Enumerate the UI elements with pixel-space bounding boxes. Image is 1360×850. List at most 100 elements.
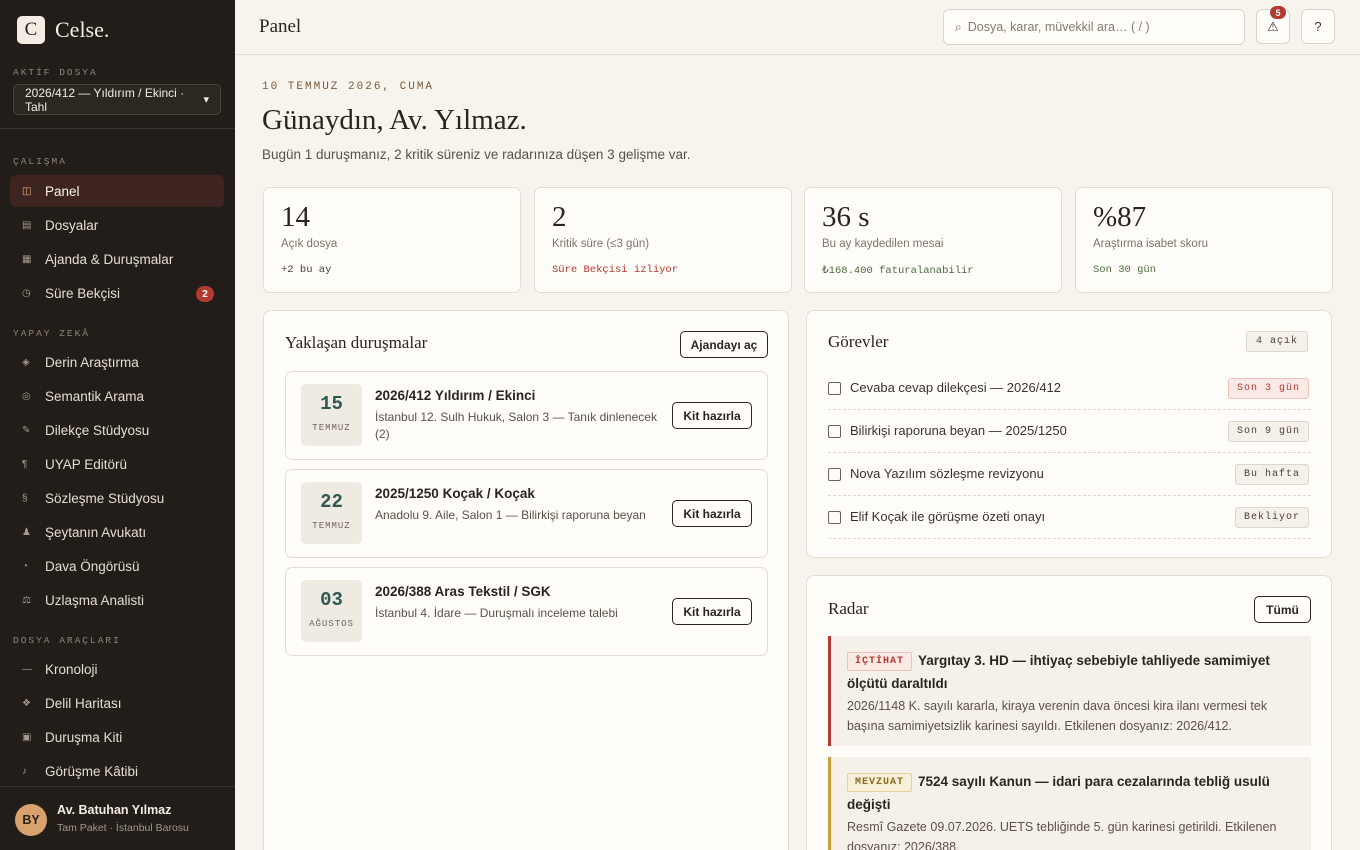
task-item: Bilirkişi raporuna beyan — 2025/1250 Son… [828,410,1311,453]
radar-card: Radar Tümü İÇTİHAT Yargıtay 3. HD — ihtiy… [806,575,1332,850]
stat-card-critical-deadlines: 2 Kritik süre (≤3 gün) Süre Bekçisi izli… [534,187,792,293]
clock-icon: ◷ [22,287,31,299]
user-name: Av. Batuhan Yılmaz [57,803,172,817]
sidebar-item-panel[interactable]: ◫ Panel [10,175,224,207]
user-profile[interactable]: BY Av. Batuhan Yılmaz Tam Paket · İstanb… [0,786,235,850]
radar-title: Radar [828,599,869,618]
section-label-ai: YAPAY ZEKÂ [13,328,91,339]
cluster-icon: ❖ [22,697,31,709]
radar-item-text: Resmî Gazete 09.07.2026. UETS tebliğinde… [847,820,1277,850]
stat-label: Araştırma isabet skoru [1093,238,1209,250]
hearing-item[interactable]: 22 TEMMUZ 2025/1250 Koçak / Koçak Anadol… [285,469,768,558]
line-icon: — [22,663,32,675]
search-input[interactable]: ⌕ Dosya, karar, müvekkil ara… ( / ) [943,9,1245,45]
stat-note: Süre Bekçisi izliyor [552,264,679,276]
sidebar-item-label: Kronoloji [45,661,98,677]
task-item: Nova Yazılım sözleşme revizyonu Bu hafta [828,453,1311,496]
open-agenda-button[interactable]: Ajandayı aç [680,331,768,358]
calendar-icon: ▦ [22,253,32,265]
hearing-title: 2026/388 Aras Tekstil / SGK [375,584,551,599]
sidebar-item-label: Delil Haritası [45,695,122,711]
sidebar-item-devils-advocate[interactable]: ♟ Şeytanın Avukatı [10,516,224,548]
avatar: BY [15,804,47,836]
hearing-day: 22 [320,491,343,513]
radar-item[interactable]: MEVZUAT 7524 sayılı Kanun — idari para ce… [828,757,1311,850]
task-checkbox[interactable] [828,382,841,395]
prepare-kit-button[interactable]: Kit hazırla [672,598,752,625]
stat-value: 36 s [822,201,870,233]
task-checkbox[interactable] [828,468,841,481]
hearing-detail: Anadolu 9. Aile, Salon 1 — Bilirkişi rap… [375,508,646,522]
help-button[interactable]: ? [1301,9,1335,44]
task-label: Elif Koçak ile görüşme özeti onayı [850,509,1046,524]
sidebar-item-hearing-kit[interactable]: ▣ Duruşma Kiti [10,721,224,753]
sidebar-item-petition-studio[interactable]: ✎ Dilekçe Stüdyosu [10,414,224,446]
stat-label: Kritik süre (≤3 gün) [552,238,650,250]
target-icon: ◎ [22,390,31,402]
all-radar-button[interactable]: Tümü [1254,596,1311,623]
radar-tag: MEVZUAT [847,772,913,792]
stat-note: +2 bu ay [281,264,332,276]
hearing-item[interactable]: 15 TEMMUZ 2026/412 Yıldırım / Ekinci İst… [285,371,768,460]
task-checkbox[interactable] [828,511,841,524]
active-case-value: 2026/412 — Yıldırım / Ekinci · Tahl [25,85,185,114]
folder-icon: ▤ [22,219,32,231]
sidebar-item-agenda[interactable]: ▦ Ajanda & Duruşmalar [10,243,224,275]
prepare-kit-button[interactable]: Kit hazırla [672,500,752,527]
stat-note: Son 30 gün [1093,264,1157,276]
task-item: Elif Koçak ile görüşme özeti onayı Bekli… [828,496,1311,539]
tasks-card: Görevler 4 açık Cevaba cevap dilekçesi —… [806,310,1332,558]
prepare-kit-button[interactable]: Kit hazırla [672,402,752,429]
stat-card-open-files: 14 Açık dosya +2 bu ay [263,187,521,293]
sidebar-item-semantic-search[interactable]: ◎ Semantik Arama [10,380,224,412]
task-label: Nova Yazılım sözleşme revizyonu [850,466,1044,481]
sidebar-item-meeting-clerk[interactable]: ♪ Görüşme Kâtibi [10,755,224,787]
search-placeholder: Dosya, karar, müvekkil ara… ( / ) [967,20,1150,34]
task-checkbox[interactable] [828,425,841,438]
warning-icon: ⚠ [1267,18,1279,34]
brand-name: Celse. [55,17,110,42]
sidebar-item-label: Dilekçe Stüdyosu [45,422,150,438]
hearing-date: 22 TEMMUZ [301,482,362,544]
pen-icon: ✎ [22,424,31,436]
hearing-day: 03 [320,589,343,611]
brand-logo: C [17,16,45,44]
search-icon: ⌕ [955,19,962,34]
sidebar-item-deep-research[interactable]: ◈ Derin Araştırma [10,346,224,378]
sidebar-item-uyap-editor[interactable]: ¶ UYAP Editörü [10,448,224,480]
sidebar-item-label: Ajanda & Duruşmalar [45,251,174,267]
hearing-month: TEMMUZ [312,521,351,531]
sidebar-item-files[interactable]: ▤ Dosyalar [10,209,224,241]
hearing-day: 15 [320,393,343,415]
hearing-title: 2025/1250 Koçak / Koçak [375,486,535,501]
sidebar-item-label: UYAP Editörü [45,456,128,472]
sidebar-item-contract-studio[interactable]: § Sözleşme Stüdyosu [10,482,224,514]
radar-item-title: MEVZUAT 7524 sayılı Kanun — idari para ce… [847,770,1297,816]
notification-badge: 5 [1270,6,1286,19]
stat-label: Açık dosya [281,238,338,250]
sidebar-item-case-forecast[interactable]: ◔ Dava Öngörüsü [10,550,224,582]
hearing-item[interactable]: 03 AĞUSTOS 2026/388 Aras Tekstil / SGK İ… [285,567,768,656]
paragraph-icon: ¶ [22,458,28,470]
sidebar-item-evidence-map[interactable]: ❖ Delil Haritası [10,687,224,719]
tasks-title: Görevler [828,332,889,351]
notifications-button[interactable]: ⚠ 5 [1256,6,1290,44]
pie-icon: ◔ [22,560,29,572]
section-label-tools: DOSYA ARAÇLARI [13,635,121,646]
topbar: Panel ⌕ Dosya, karar, müvekkil ara… ( / … [235,0,1360,55]
hearing-detail: İstanbul 4. İdare — Duruşmalı inceleme t… [375,606,618,620]
sidebar-item-label: Görüşme Kâtibi [45,763,139,779]
brand[interactable]: C Celse. [17,16,109,44]
sidebar-item-settlement-analyst[interactable]: ⚖ Uzlaşma Analisti [10,584,224,616]
active-case-select[interactable]: 2026/412 — Yıldırım / Ekinci · Tahl ▾ [13,84,221,115]
sidebar-item-deadline-watch[interactable]: ◷ Süre Bekçisi 2 [10,277,224,309]
sidebar-item-chronology[interactable]: — Kronoloji [10,653,224,685]
kit-icon: ▣ [22,731,32,743]
sidebar: C Celse. AKTİF DOSYA 2026/412 — Yıldırım… [0,0,235,850]
stat-label: Bu ay kaydedilen mesai [822,238,944,250]
stat-value: %87 [1093,201,1147,233]
radar-item[interactable]: İÇTİHAT Yargıtay 3. HD — ihtiyaç sebebiyl… [828,636,1311,746]
handshake-icon: ⚖ [22,594,31,606]
sidebar-item-label: Derin Araştırma [45,354,139,370]
deadline-badge: 2 [196,286,214,302]
